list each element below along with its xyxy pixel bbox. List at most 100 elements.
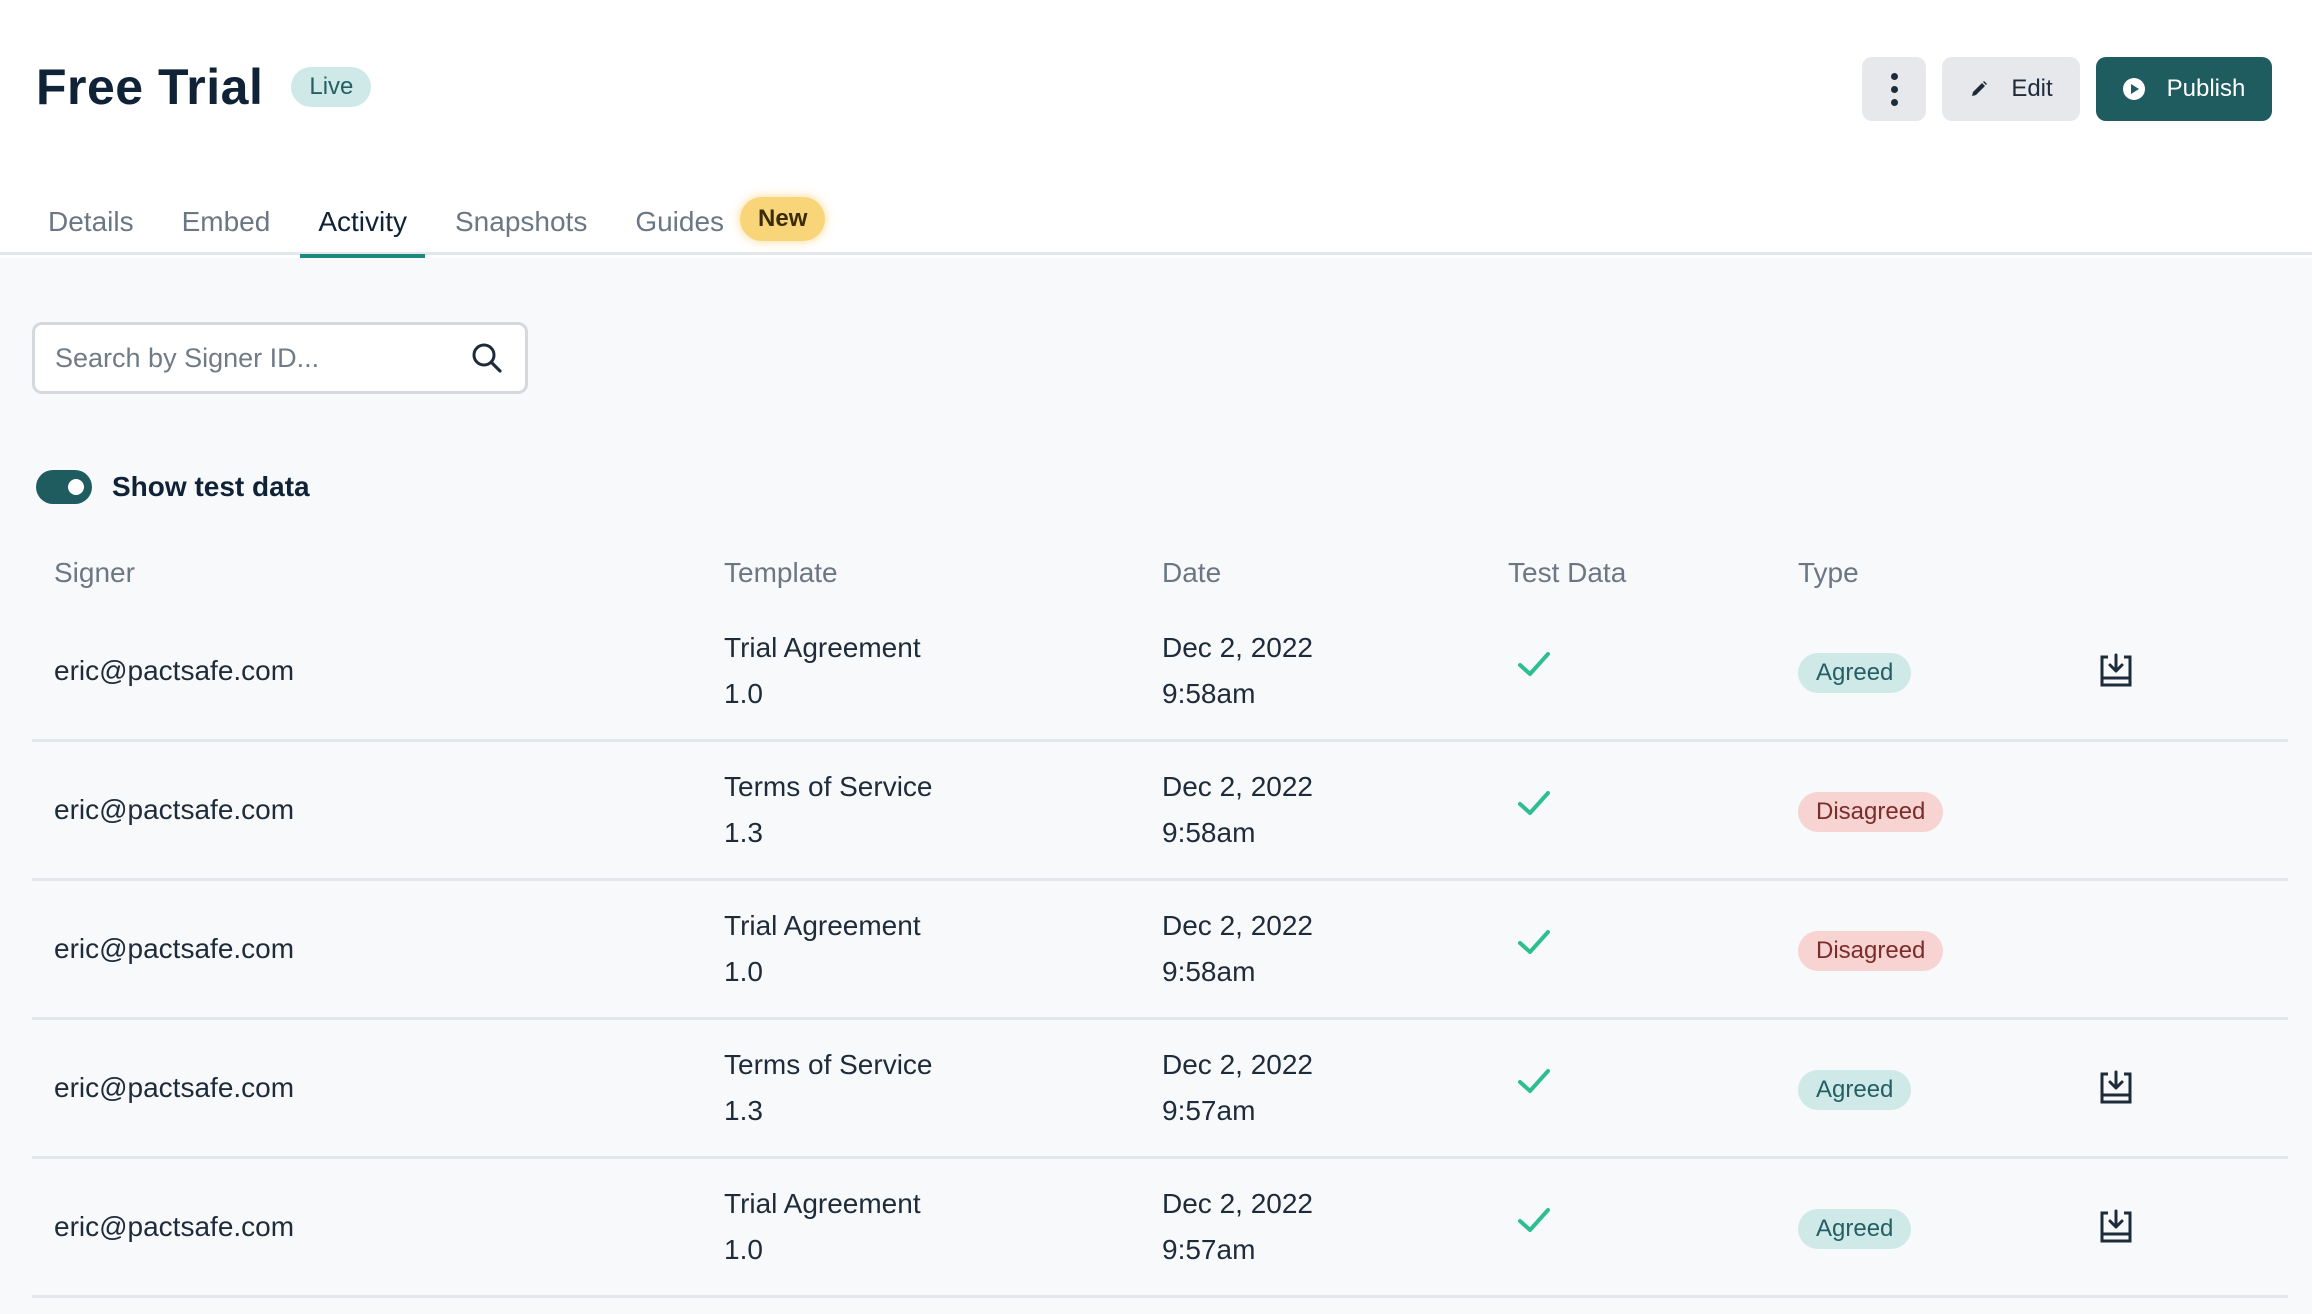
type-cell: Disagreed — [1776, 787, 2096, 833]
column-header-signer[interactable]: Signer — [32, 557, 702, 589]
date-time: 9:57am — [1162, 1095, 1256, 1126]
edit-button[interactable]: Edit — [1942, 57, 2080, 121]
date-cell: Dec 2, 2022 9:57am — [1140, 1042, 1486, 1134]
download-icon[interactable] — [2096, 651, 2136, 691]
date-time: 9:58am — [1162, 678, 1256, 709]
search-input[interactable] — [55, 342, 469, 374]
test-data-label: Show test data — [112, 471, 310, 502]
tab-label: Snapshots — [455, 205, 588, 237]
test-data-cell — [1486, 783, 1776, 837]
table-row[interactable]: eric@pactsafe.com Trial Agreement 1.0 Dec 2… — [32, 603, 2288, 742]
signer-cell: eric@pactsafe.com — [54, 933, 295, 964]
signer-cell: eric@pactsafe.com — [54, 794, 295, 825]
type-cell: Agreed — [1776, 1065, 2096, 1111]
type-badge: Disagreed — [1798, 792, 1944, 832]
test-data-cell — [1486, 1200, 1776, 1254]
template-name: Terms of Service — [724, 1049, 933, 1080]
edit-label: Edit — [2011, 75, 2053, 102]
new-badge: New — [740, 196, 826, 241]
template-cell: Trial Agreement 1.0 — [702, 625, 1140, 717]
column-header-test-data[interactable]: Test Data — [1486, 557, 1776, 589]
publish-button[interactable]: Publish — [2096, 57, 2272, 121]
column-header-template[interactable]: Template — [702, 557, 1140, 589]
download-cell — [2096, 1068, 2288, 1108]
check-icon — [1518, 791, 1550, 815]
date-time: 9:57am — [1162, 1234, 1256, 1265]
check-icon — [1518, 1208, 1550, 1232]
template-version: 1.3 — [724, 1095, 763, 1126]
template-name: Trial Agreement — [724, 1188, 921, 1219]
tab-label: Guides — [635, 205, 725, 237]
table-row[interactable]: eric@pactsafe.com Terms of Service 1.3 Dec … — [32, 1020, 2288, 1159]
template-version: 1.0 — [724, 1234, 763, 1265]
template-cell: Terms of Service 1.3 — [702, 1042, 1140, 1134]
signer-cell: eric@pactsafe.com — [54, 1072, 295, 1103]
signer-cell: eric@pactsafe.com — [54, 655, 295, 686]
download-icon[interactable] — [2096, 1068, 2136, 1108]
template-name: Trial Agreement — [724, 632, 921, 663]
date-cell: Dec 2, 2022 9:58am — [1140, 625, 1486, 717]
type-cell: Disagreed — [1776, 926, 2096, 972]
date-time: 9:58am — [1162, 956, 1256, 987]
vertical-dots-icon — [1890, 72, 1898, 106]
template-name: Trial Agreement — [724, 910, 921, 941]
date-day: Dec 2, 2022 — [1162, 632, 1313, 663]
test-data-cell — [1486, 1061, 1776, 1115]
more-options-button[interactable] — [1862, 57, 1926, 121]
type-badge: Agreed — [1798, 653, 1912, 693]
publish-label: Publish — [2166, 75, 2246, 102]
template-version: 1.3 — [724, 817, 763, 848]
table-body: eric@pactsafe.com Trial Agreement 1.0 Dec 2… — [32, 603, 2288, 1298]
column-header-date[interactable]: Date — [1140, 557, 1486, 589]
search-icon[interactable] — [469, 340, 505, 376]
toggle-knob — [68, 479, 84, 495]
test-data-toggle-row: Show test data — [36, 470, 310, 504]
app-root: Free Trial Live Edit Publish Details Emb… — [0, 0, 2312, 1314]
tab-activity[interactable]: Activity — [300, 188, 425, 258]
tab-details[interactable]: Details — [30, 188, 152, 255]
download-cell — [2096, 651, 2288, 691]
table-row[interactable]: eric@pactsafe.com Trial Agreement 1.0 Dec 2… — [32, 1159, 2288, 1298]
check-icon — [1518, 1069, 1550, 1093]
type-badge: Agreed — [1798, 1070, 1912, 1110]
tab-label: Activity — [318, 205, 407, 237]
date-time: 9:58am — [1162, 817, 1256, 848]
download-icon[interactable] — [2096, 1207, 2136, 1247]
tab-embed[interactable]: Embed — [164, 188, 289, 255]
page-title: Free Trial — [36, 59, 264, 115]
check-icon — [1518, 652, 1550, 676]
date-day: Dec 2, 2022 — [1162, 771, 1313, 802]
header-actions: Edit Publish — [1862, 57, 2272, 121]
date-day: Dec 2, 2022 — [1162, 1188, 1313, 1219]
date-cell: Dec 2, 2022 9:58am — [1140, 764, 1486, 856]
tab-snapshots[interactable]: Snapshots — [437, 188, 605, 255]
tab-label: Details — [48, 205, 134, 237]
table-row[interactable]: eric@pactsafe.com Terms of Service 1.3 Dec … — [32, 742, 2288, 881]
test-data-toggle[interactable] — [36, 470, 92, 504]
check-icon — [1518, 930, 1550, 954]
pencil-icon — [1972, 81, 1988, 96]
template-cell: Trial Agreement 1.0 — [702, 1181, 1140, 1273]
activity-content: Show test data Signer Template Date Test… — [0, 258, 2312, 1314]
table-header: Signer Template Date Test Data Type — [32, 543, 2288, 603]
test-data-cell — [1486, 644, 1776, 698]
page-header: Free Trial Live Edit Publish Details Emb… — [0, 0, 2312, 258]
play-circle-icon — [2122, 78, 2145, 100]
search-box — [32, 322, 528, 394]
column-header-type[interactable]: Type — [1776, 557, 2096, 589]
signer-cell: eric@pactsafe.com — [54, 1211, 295, 1242]
test-data-cell — [1486, 922, 1776, 976]
date-day: Dec 2, 2022 — [1162, 1049, 1313, 1080]
table-row[interactable]: eric@pactsafe.com Trial Agreement 1.0 Dec 2… — [32, 881, 2288, 1020]
template-cell: Terms of Service 1.3 — [702, 764, 1140, 856]
template-version: 1.0 — [724, 678, 763, 709]
tab-guides[interactable]: Guides — [617, 188, 742, 255]
date-cell: Dec 2, 2022 9:58am — [1140, 903, 1486, 995]
title-row: Free Trial Live — [36, 58, 372, 116]
type-cell: Agreed — [1776, 648, 2096, 694]
status-badge: Live — [291, 67, 372, 107]
template-version: 1.0 — [724, 956, 763, 987]
template-cell: Trial Agreement 1.0 — [702, 903, 1140, 995]
tab-bar: Details Embed Activity Snapshots Guides … — [30, 188, 826, 258]
template-name: Terms of Service — [724, 771, 933, 802]
